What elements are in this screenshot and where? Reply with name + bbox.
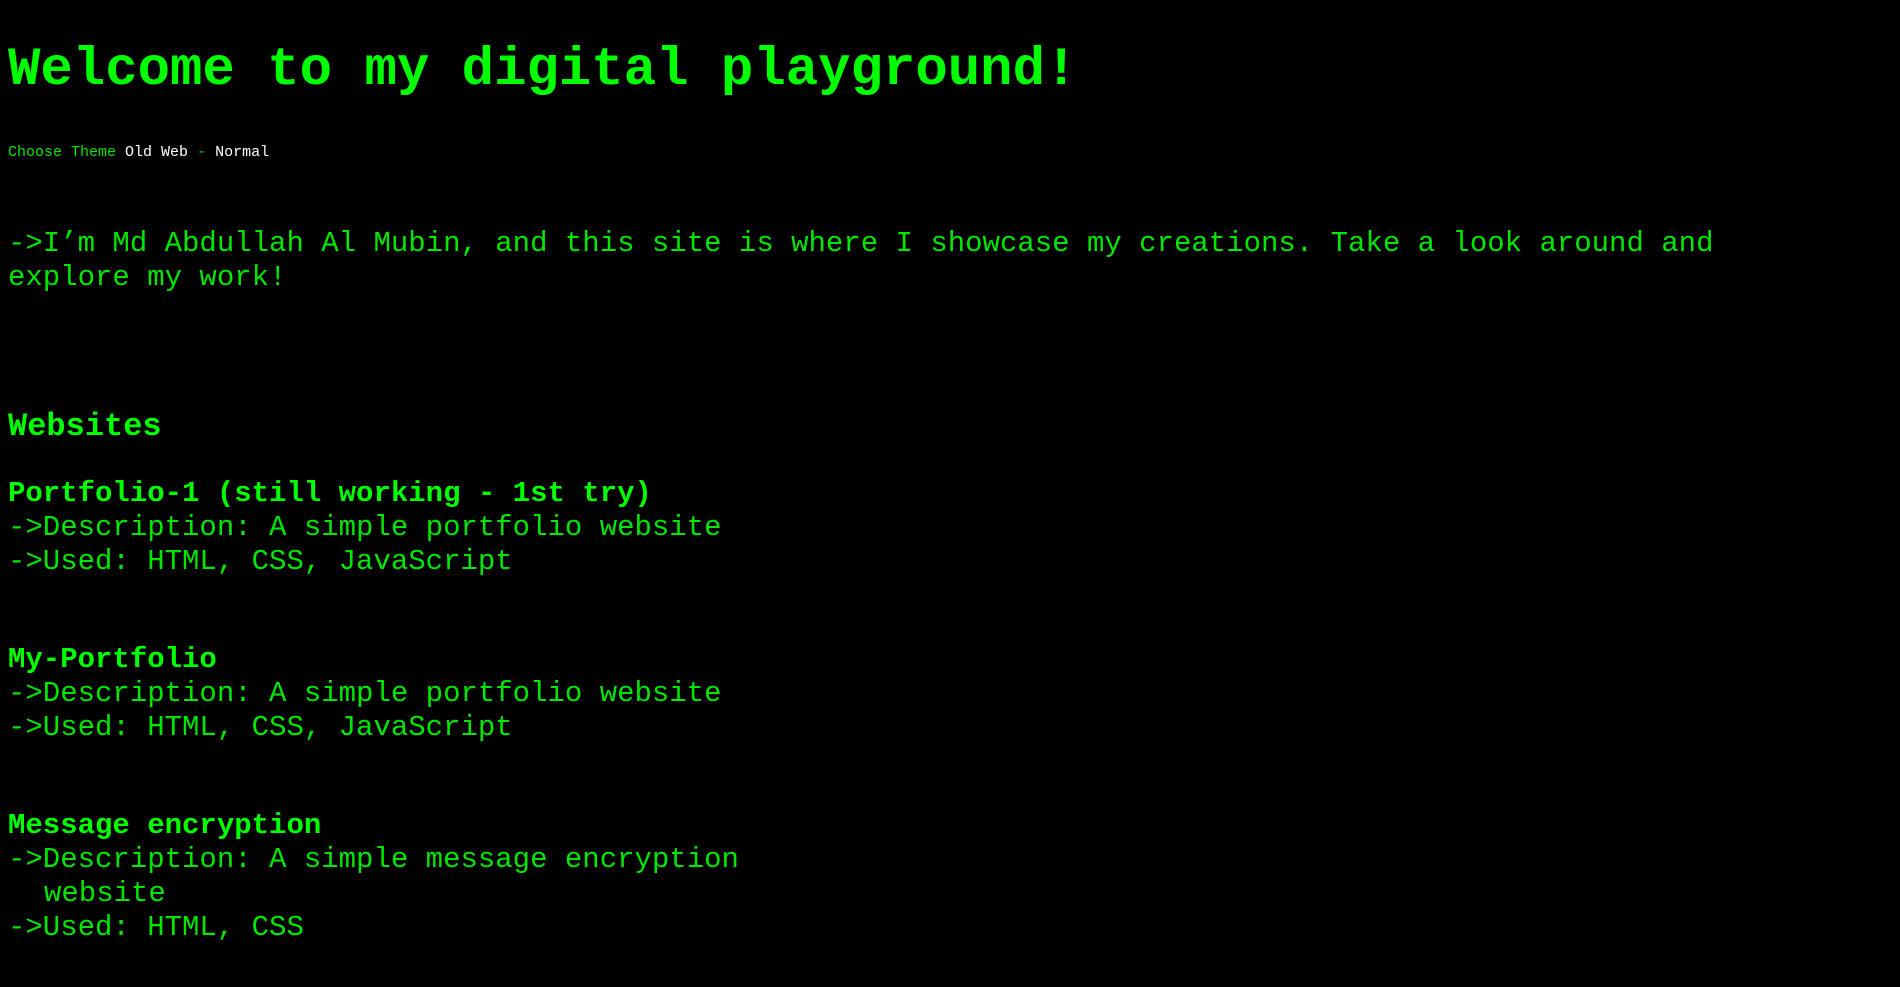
project-title-link[interactable]: Message encryption	[8, 809, 908, 843]
project-item: My-Portfolio ->Description: A simple por…	[8, 643, 908, 745]
project-description: ->Description: A simple message encrypti…	[8, 843, 739, 876]
project-item: Message encryption ->Description: A simp…	[8, 809, 908, 945]
project-description: ->Description: A simple portfolio websit…	[8, 511, 722, 544]
theme-label: Choose Theme	[8, 144, 117, 161]
intro-text: ->I’m Md Abdullah Al Mubin, and this sit…	[8, 227, 1714, 294]
project-tech-used: ->Used: HTML, CSS, JavaScript	[8, 545, 513, 578]
theme-option-normal[interactable]: Normal	[215, 144, 269, 161]
theme-separator: -	[197, 144, 207, 161]
websites-heading: Websites	[8, 408, 162, 445]
theme-option-old-web[interactable]: Old Web	[125, 144, 188, 161]
project-tech-used: ->Used: HTML, CSS	[8, 911, 304, 944]
project-title-link[interactable]: My-Portfolio	[8, 643, 908, 677]
project-title-link[interactable]: Portfolio-1 (still working - 1st try)	[8, 477, 908, 511]
project-description-continued: website	[44, 877, 166, 910]
project-tech-used: ->Used: HTML, CSS, JavaScript	[8, 711, 513, 744]
theme-switcher: Choose Theme Old Web - Normal	[8, 144, 269, 162]
page-title: Welcome to my digital playground!	[8, 40, 1078, 101]
project-item: Portfolio-1 (still working - 1st try) ->…	[8, 477, 908, 579]
project-description: ->Description: A simple portfolio websit…	[8, 677, 722, 710]
